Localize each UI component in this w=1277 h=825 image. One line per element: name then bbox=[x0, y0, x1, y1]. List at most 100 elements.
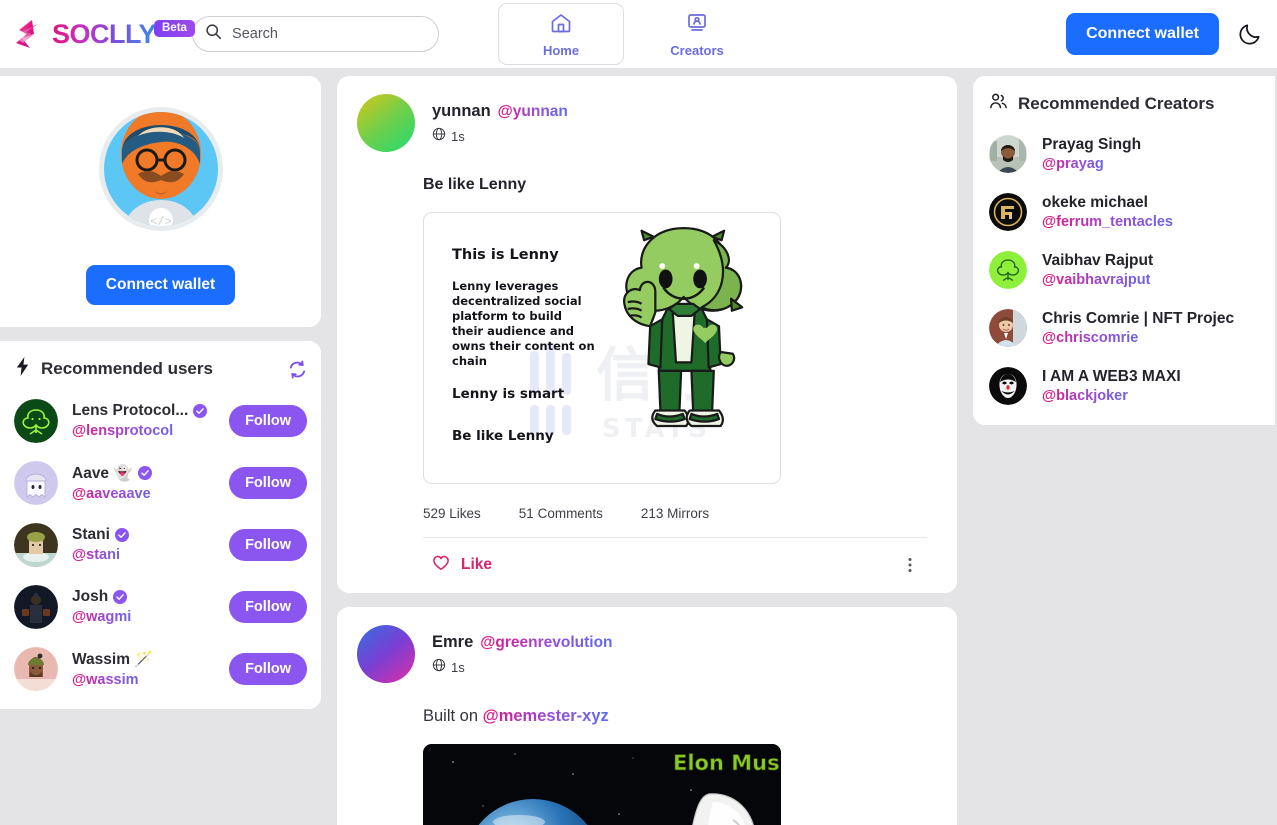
follow-button[interactable]: Follow bbox=[229, 591, 307, 623]
page-body: </> Connect wallet Recommended users bbox=[0, 68, 1277, 825]
list-item-name: Wassim 🪄 bbox=[72, 650, 154, 669]
list-item-handle: @aaveaave bbox=[72, 486, 151, 502]
svg-text:Lenny is smart: Lenny is smart bbox=[452, 386, 565, 402]
follow-button[interactable]: Follow bbox=[229, 467, 307, 499]
list-item-name: Josh bbox=[72, 588, 108, 606]
green-lens-avatar bbox=[989, 251, 1027, 289]
verified-badge-icon bbox=[138, 466, 152, 480]
feed: yunnan @yunnan 1s Be like Lenny bbox=[337, 76, 957, 825]
more-vertical-icon[interactable] bbox=[901, 556, 919, 574]
nav-tab-creators[interactable]: Creators bbox=[634, 3, 760, 65]
verified-badge-icon bbox=[113, 590, 127, 604]
josh-avatar bbox=[14, 585, 58, 629]
nav-tab-home[interactable]: Home bbox=[498, 3, 624, 65]
list-item-name: Chris Comrie | NFT Projec bbox=[1042, 310, 1234, 328]
post-text: Built on @memester-xyz bbox=[357, 707, 937, 726]
list-item-name: Prayag Singh bbox=[1042, 136, 1141, 154]
post-author-name[interactable]: yunnan bbox=[432, 102, 491, 121]
beta-badge: Beta bbox=[154, 20, 195, 37]
post-likes-count: 529 Likes bbox=[423, 506, 481, 521]
list-item[interactable]: Lens Protocol... @lensprotocol Follow bbox=[14, 399, 307, 443]
media-heading: This is Lenny bbox=[452, 247, 559, 263]
svg-text:owns their content on: owns their content on bbox=[452, 339, 595, 353]
svg-text:chain: chain bbox=[452, 354, 487, 368]
list-item-handle: @wassim bbox=[72, 672, 139, 688]
like-button[interactable]: Like bbox=[431, 552, 492, 577]
svg-text:decentralized social: decentralized social bbox=[452, 294, 582, 308]
ferrum-logo-avatar bbox=[989, 193, 1027, 231]
post-timestamp: 1s bbox=[432, 127, 568, 146]
list-item-handle: @vaibhavrajput bbox=[1042, 272, 1150, 288]
recommended-users-title: Recommended users bbox=[41, 359, 213, 379]
post-timestamp: 1s bbox=[432, 658, 613, 677]
list-item[interactable]: Prayag Singh @prayag bbox=[989, 135, 1259, 173]
brand-logo[interactable]: SOCLLY Beta bbox=[8, 14, 156, 54]
post-comments-count: 51 Comments bbox=[519, 506, 603, 521]
list-item[interactable]: I AM A WEB3 MAXI @blackjoker bbox=[989, 367, 1259, 405]
lens-leaf-avatar bbox=[14, 399, 58, 443]
post-body: Built on @memester-xyz bbox=[357, 707, 937, 825]
post-media-image[interactable]: 信力 STATS bbox=[423, 212, 781, 484]
post-author-meta: Emre @greenrevolution 1s bbox=[432, 625, 613, 677]
list-item[interactable]: Chris Comrie | NFT Projec @chriscomrie bbox=[989, 309, 1259, 347]
list-item-name: I AM A WEB3 MAXI bbox=[1042, 368, 1181, 386]
post-card: Emre @greenrevolution 1s Bu bbox=[337, 607, 957, 825]
list-item[interactable]: Aave 👻 @aaveaave Follow bbox=[14, 461, 307, 505]
moon-icon[interactable] bbox=[1237, 21, 1263, 47]
post-author-handle[interactable]: @greenrevolution bbox=[480, 634, 612, 652]
list-item-meta: Josh @wagmi bbox=[72, 588, 229, 626]
home-icon bbox=[549, 11, 573, 40]
list-item[interactable]: okeke michael @ferrum_tentacles bbox=[989, 193, 1259, 231]
post-stats: 529 Likes 51 Comments 213 Mirrors bbox=[357, 506, 937, 537]
list-item-name: Stani bbox=[72, 526, 110, 544]
post-mention[interactable]: @memester-xyz bbox=[483, 707, 609, 725]
right-sidebar: Recommended Creators Prayag Singh bbox=[973, 76, 1275, 825]
list-item-handle: @chriscomrie bbox=[1042, 330, 1138, 346]
list-item[interactable]: Stani @stani Follow bbox=[14, 523, 307, 567]
post-body: Be like Lenny 信力 STATS bbox=[357, 176, 937, 593]
header-actions: Connect wallet bbox=[1066, 13, 1263, 55]
chris-photo-avatar bbox=[989, 309, 1027, 347]
gradient-yellow-green-avatar[interactable] bbox=[357, 94, 415, 152]
follow-button[interactable]: Follow bbox=[229, 653, 307, 685]
main-nav: Home Creators bbox=[498, 3, 760, 65]
follow-button[interactable]: Follow bbox=[229, 405, 307, 437]
recommended-creators-title: Recommended Creators bbox=[1018, 94, 1215, 114]
post-time-text: 1s bbox=[451, 129, 465, 144]
list-item-meta: Stani @stani bbox=[72, 526, 229, 564]
verified-badge-icon bbox=[115, 528, 129, 542]
list-item-name: Vaibhav Rajput bbox=[1042, 252, 1153, 270]
recommended-users-header: Recommended users bbox=[14, 357, 307, 381]
post-text-prefix: Built on bbox=[423, 707, 483, 725]
brand-name: SOCLLY bbox=[52, 19, 156, 50]
post-author-meta: yunnan @yunnan 1s bbox=[432, 94, 568, 146]
post-media-image[interactable]: Elon Musk bbox=[423, 744, 781, 825]
list-item-meta: Vaibhav Rajput @vaibhavrajput bbox=[1042, 252, 1153, 289]
list-item-meta: I AM A WEB3 MAXI @blackjoker bbox=[1042, 368, 1181, 405]
list-item[interactable]: Wassim 🪄 @wassim Follow bbox=[14, 647, 307, 691]
lightning-bolt-icon bbox=[14, 357, 31, 381]
follow-button[interactable]: Follow bbox=[229, 529, 307, 561]
soclly-logo-icon bbox=[8, 14, 48, 54]
search-input[interactable] bbox=[232, 26, 422, 42]
refresh-icon[interactable] bbox=[288, 360, 307, 379]
wassim-avatar bbox=[14, 647, 58, 691]
list-item-name: Aave 👻 bbox=[72, 464, 133, 483]
gradient-blue-magenta-avatar[interactable] bbox=[357, 625, 415, 683]
list-item[interactable]: Vaibhav Rajput @vaibhavrajput bbox=[989, 251, 1259, 289]
svg-text:Be like Lenny: Be like Lenny bbox=[452, 428, 554, 444]
profile-connect-wallet-button[interactable]: Connect wallet bbox=[86, 265, 235, 305]
list-item[interactable]: Josh @wagmi Follow bbox=[14, 585, 307, 629]
connect-wallet-button[interactable]: Connect wallet bbox=[1066, 13, 1219, 55]
app-header: SOCLLY Beta Home bbox=[0, 0, 1277, 68]
list-item-meta: Aave 👻 @aaveaave bbox=[72, 464, 229, 503]
list-item-meta: Wassim 🪄 @wassim bbox=[72, 650, 229, 689]
post-mirrors-count: 213 Mirrors bbox=[641, 506, 709, 521]
list-item-handle: @prayag bbox=[1042, 156, 1104, 172]
list-item-meta: Lens Protocol... @lensprotocol bbox=[72, 402, 229, 440]
post-author-handle[interactable]: @yunnan bbox=[498, 103, 568, 121]
svg-text:platform to build: platform to build bbox=[452, 309, 562, 323]
post-author-name[interactable]: Emre bbox=[432, 633, 473, 652]
search-box[interactable] bbox=[192, 16, 439, 52]
list-item-meta: okeke michael @ferrum_tentacles bbox=[1042, 194, 1173, 231]
